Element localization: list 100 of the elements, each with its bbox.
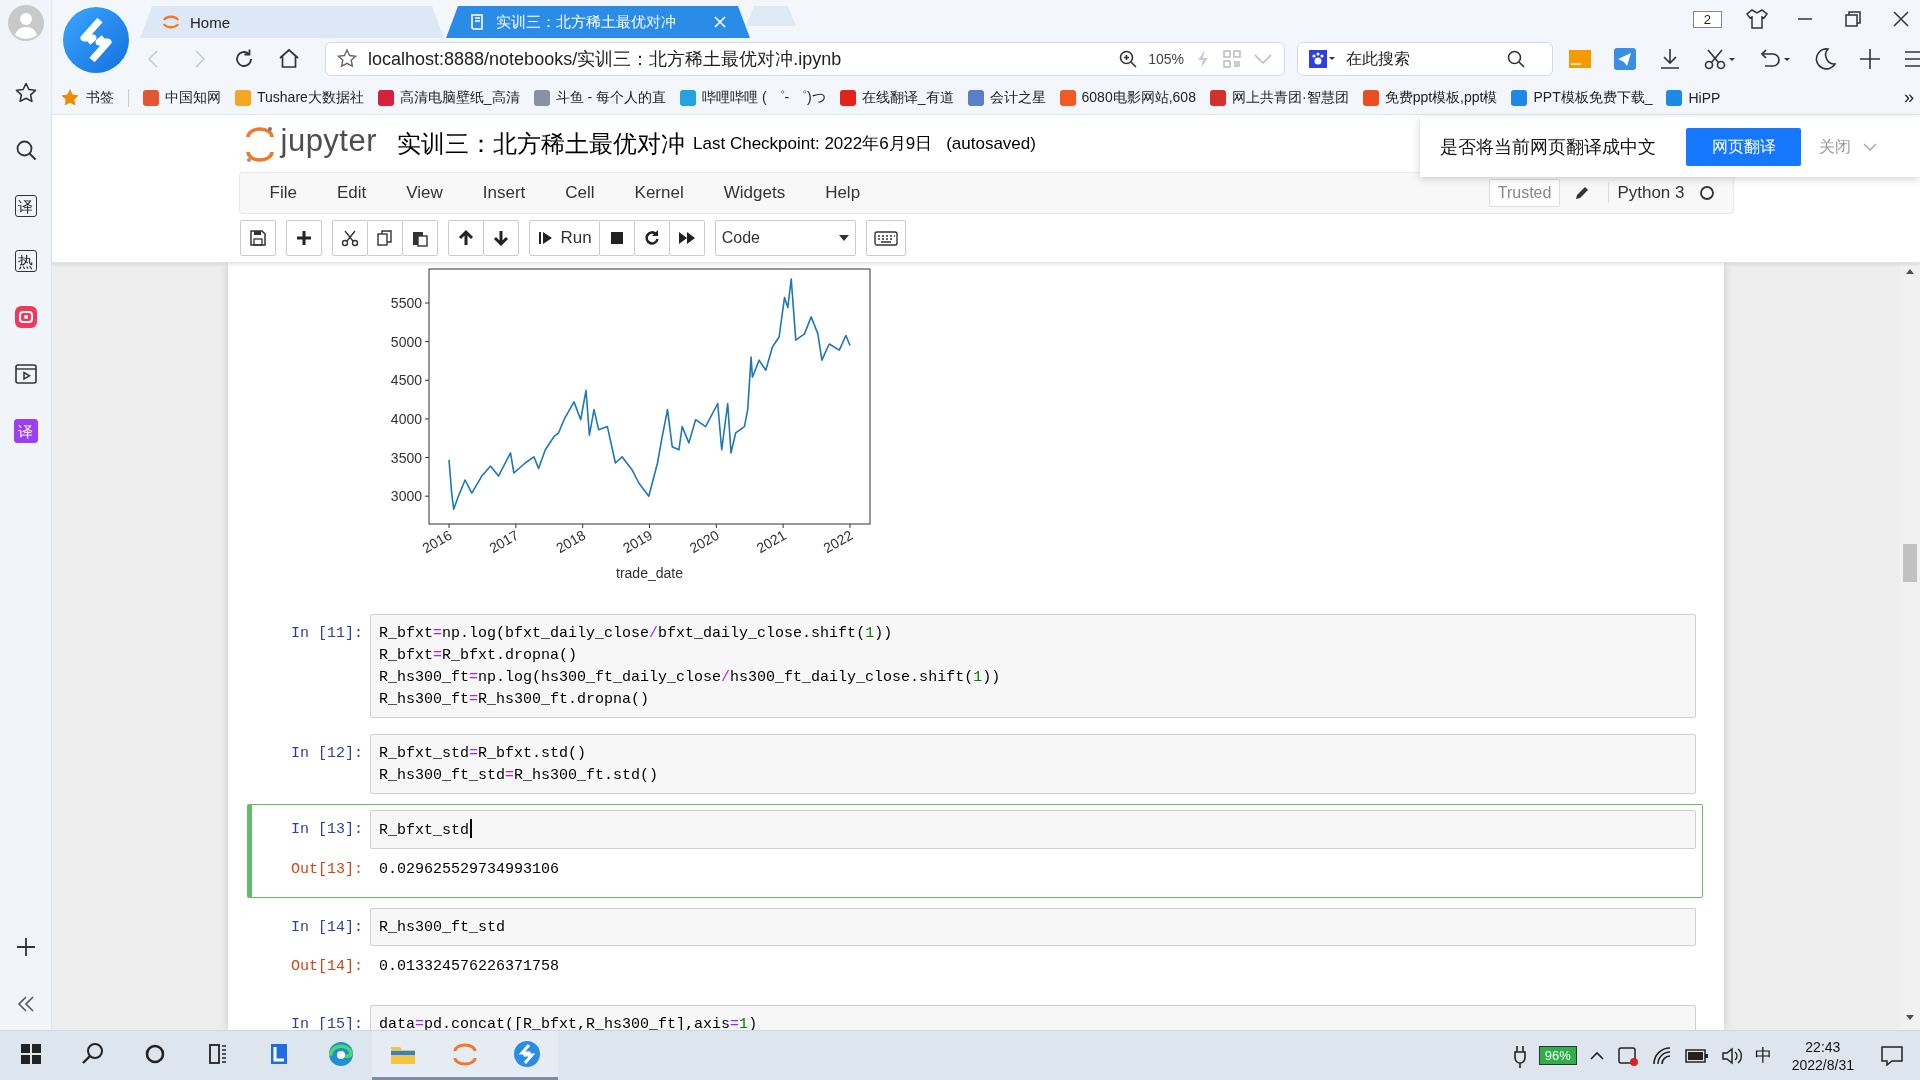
bookmark-link[interactable]: 哔哩哔哩 ( ゜- ゜)つ — [680, 88, 826, 107]
paper-plane-icon[interactable] — [1612, 46, 1638, 72]
menu-item[interactable]: Help — [805, 183, 881, 203]
menu-item[interactable]: View — [386, 183, 463, 203]
input-prompt: In [13]: — [290, 820, 364, 840]
insert-cell-button[interactable] — [285, 220, 322, 256]
restart-button[interactable] — [633, 220, 670, 256]
more-bookmarks-button[interactable]: » — [1904, 87, 1920, 108]
code-input[interactable]: R_bfxt_std=R_bfxt.std() R_hs300_ft_std=R_hs300_ft.std() — [370, 734, 1696, 794]
jupyter-logo-text[interactable]: jupyter — [280, 122, 378, 159]
wifi-icon[interactable] — [1650, 1044, 1673, 1067]
tab-count-button[interactable]: 2 — [1692, 10, 1722, 28]
app-icon[interactable] — [13, 305, 38, 329]
address-field[interactable]: localhost:8888/notebooks/实训三：北方稀土最优对冲.ipynb 105% — [325, 42, 1285, 76]
x-tick: 2017 — [486, 523, 522, 557]
stop-button[interactable] — [598, 220, 635, 256]
cell-type-select[interactable]: Code — [714, 220, 856, 256]
bookmark-link[interactable]: 高清电脑壁纸_高清 — [377, 88, 520, 107]
pencil-icon[interactable] — [1574, 185, 1591, 201]
kernel-name[interactable]: Python 3 — [1608, 183, 1685, 203]
video-icon[interactable] — [13, 362, 38, 386]
bookmark-link[interactable]: 网上共青团·智慧团 — [1209, 88, 1349, 107]
translate-button[interactable]: 网页翻译 — [1686, 128, 1801, 166]
browser-logo-icon[interactable] — [62, 6, 130, 74]
bookmark-link[interactable]: 免费ppt模板,ppt模 — [1362, 88, 1498, 107]
bookmark-link[interactable]: 在线翻译_有道 — [839, 88, 954, 107]
plug-icon[interactable] — [1512, 1043, 1527, 1068]
notebook-title[interactable]: 实训三：北方稀土最优对冲 — [397, 127, 686, 160]
paw-icon[interactable] — [1308, 49, 1336, 69]
menu-item[interactable]: Edit — [316, 183, 387, 203]
site-icon — [839, 89, 856, 106]
run-all-button[interactable] — [668, 220, 705, 256]
bookmark-link[interactable]: 中国知网 — [143, 88, 221, 107]
glyph-button[interactable]: 译 — [13, 419, 38, 443]
glyph-button[interactable]: 热 — [14, 250, 37, 272]
trusted-badge[interactable]: Trusted — [1488, 179, 1561, 207]
y-tick: 3500 — [390, 449, 430, 466]
y-tick-label: 3000 — [390, 488, 423, 505]
y-tick-label: 5500 — [390, 295, 423, 311]
menu-item[interactable]: Insert — [462, 183, 546, 203]
search-bar[interactable]: 在此搜索 — [1297, 42, 1553, 76]
menu-item[interactable]: Widgets — [703, 183, 806, 203]
browser-tab[interactable]: Home — [140, 6, 444, 38]
glyph-button[interactable]: 译 — [14, 195, 37, 217]
selected-cell-frame[interactable]: In [13]: R_bfxt_std Out[13]: 0.029625529734993106 — [247, 804, 1703, 898]
plus-icon[interactable] — [1857, 46, 1883, 72]
zoom-level[interactable]: 105% — [1148, 51, 1184, 67]
site-icon — [1059, 89, 1076, 106]
star-icon[interactable] — [336, 48, 358, 70]
star-icon[interactable] — [13, 81, 38, 105]
scissors-icon — [339, 228, 360, 248]
bookmarks-label[interactable]: 书签 — [86, 88, 114, 107]
bookmark-link[interactable]: 斗鱼 - 每个人的直 — [533, 88, 667, 107]
notification-icon[interactable] — [1880, 1044, 1904, 1067]
book-icon — [468, 13, 486, 31]
keyboard-button[interactable] — [865, 220, 906, 256]
code-input[interactable]: R_bfxt_std — [370, 810, 1696, 849]
menu-item[interactable]: File — [249, 183, 317, 203]
site-icon — [1511, 89, 1528, 106]
move-up-button[interactable] — [447, 220, 484, 256]
search-icon[interactable] — [1506, 49, 1526, 69]
copy-button[interactable] — [366, 220, 403, 256]
clock[interactable]: 22:43 2022/8/31 — [1791, 1038, 1854, 1073]
bookmark-link[interactable]: 6080电影网站,608 — [1059, 88, 1196, 107]
battery-icon[interactable] — [1684, 1047, 1709, 1064]
copy-icon — [374, 228, 395, 248]
arc-icon — [162, 13, 180, 31]
x-tick: 2021 — [753, 523, 789, 557]
app-icon — [511, 1038, 543, 1070]
site-icon — [235, 89, 251, 106]
code-line: R_bfxt_std=R_bfxt.std() — [379, 744, 587, 764]
site-icon — [1209, 89, 1226, 106]
paste-button[interactable] — [401, 220, 438, 256]
bookmark-link[interactable]: HiPP — [1666, 89, 1721, 106]
menu-item[interactable]: Kernel — [614, 183, 704, 203]
zoom-icon[interactable] — [1118, 49, 1139, 69]
bookmark-link[interactable]: 会计之星 — [967, 88, 1046, 107]
speaker-icon[interactable] — [1720, 1045, 1743, 1066]
code-input[interactable]: R_hs300_ft_std — [370, 908, 1696, 946]
tray-app-icon[interactable] — [1616, 1044, 1639, 1067]
input-prompt: In [12]: — [290, 744, 364, 764]
scrollbar-thumb[interactable] — [1903, 544, 1917, 582]
move-down-button[interactable] — [482, 220, 519, 256]
input-method-indicator[interactable]: 中 — [1754, 1044, 1772, 1067]
menu-item[interactable]: Cell — [545, 183, 615, 203]
x-tick: 2020 — [686, 523, 722, 557]
cut-button[interactable] — [331, 220, 368, 256]
shirt-icon[interactable] — [1744, 6, 1770, 32]
search-field[interactable]: 在此搜索 — [1344, 49, 1498, 69]
code-line: R_hs300_ft=R_hs300_ft.dropna() — [379, 690, 650, 710]
x-tick: 2016 — [419, 523, 455, 557]
run-button[interactable]: Run — [528, 220, 600, 256]
home-icon[interactable] — [277, 47, 301, 71]
bookmark-link[interactable]: PPT模板免费下载_ — [1511, 88, 1653, 107]
code-input[interactable]: R_bfxt=np.log(bfxt_daily_close/bfxt_daily_close.shift(1)) R_bfxt=R_bfxt.dropna() R_hs300_ft=np.log(hs300_ft_daily_close/hs300_ft_daily_close.shift(1)) R_hs300_ft=R_hs300_ft.dropna() — [370, 614, 1696, 718]
output-text: 0.013324576226371758 — [378, 957, 560, 977]
y-tick-label: 5000 — [390, 333, 423, 350]
save-button[interactable] — [239, 220, 276, 256]
bookmark-link[interactable]: Tushare大数据社 — [235, 88, 364, 107]
checkpoint-text: Last Checkpoint: 2022年6月9日 — [693, 133, 933, 155]
